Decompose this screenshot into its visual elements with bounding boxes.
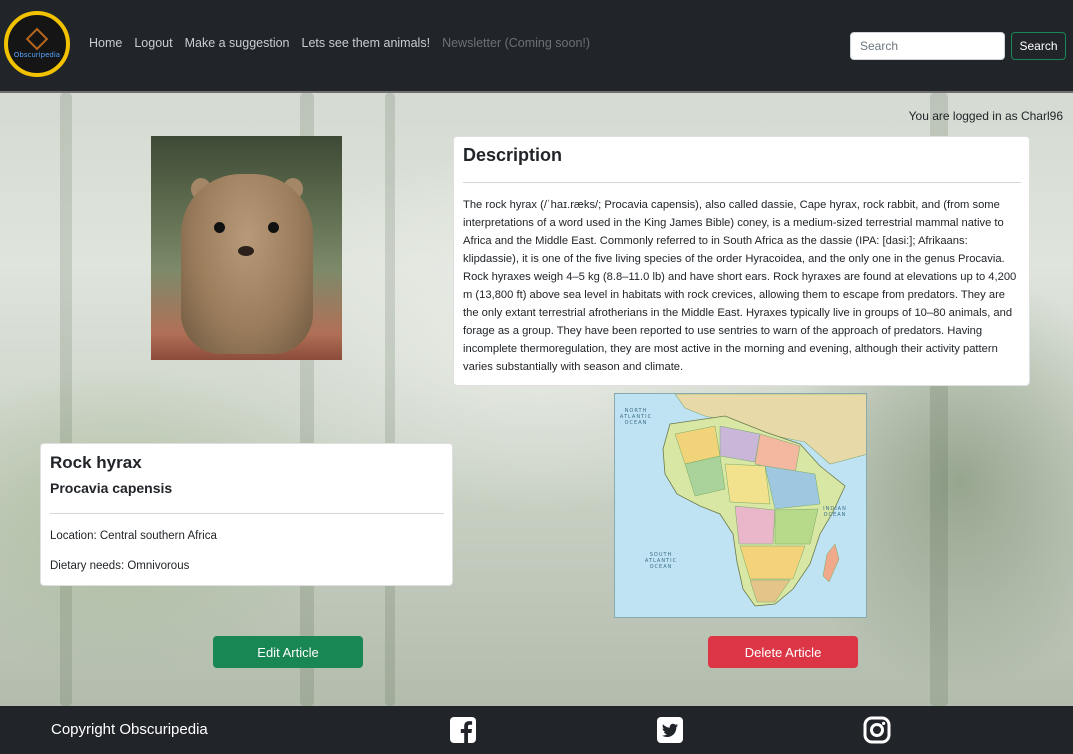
photo-animal-body <box>181 174 313 354</box>
site-logo[interactable]: Obscuripedia <box>4 11 70 77</box>
animal-diet: Dietary needs: Omnivorous <box>50 560 190 572</box>
search-button[interactable]: Search <box>1011 32 1066 60</box>
footer: Copyright Obscuripedia <box>0 706 1073 754</box>
nav-link-logout[interactable]: Logout <box>134 36 172 50</box>
delete-article-button[interactable]: Delete Article <box>708 636 858 668</box>
description-card: Description The rock hyrax (/ˈhaɪ.ræks/;… <box>453 136 1030 386</box>
logo-text: Obscuripedia <box>13 51 61 59</box>
map-label-south-atlantic: SOUTH ATLANTIC OCEAN <box>644 552 678 570</box>
map-label-north-atlantic: NORTH ATLANTIC OCEAN <box>619 408 653 426</box>
search-input[interactable] <box>850 32 1005 60</box>
animal-photo <box>151 136 342 360</box>
logged-in-status: You are logged in as Charl96 <box>908 109 1063 123</box>
nav-links: Home Logout Make a suggestion Lets see t… <box>89 36 590 50</box>
background-tree-trunk <box>385 93 395 706</box>
animal-info-card: Rock hyrax Procavia capensis Location: C… <box>40 443 453 586</box>
animal-scientific-name: Procavia capensis <box>50 480 173 496</box>
photo-eye-left <box>214 222 225 233</box>
nav-link-animals[interactable]: Lets see them animals! <box>302 36 431 50</box>
facebook-icon[interactable] <box>449 716 477 744</box>
description-divider <box>463 182 1021 183</box>
footer-copyright: Copyright Obscuripedia <box>51 721 208 738</box>
animal-common-name: Rock hyrax <box>50 453 142 472</box>
twitter-icon[interactable] <box>656 716 684 744</box>
nav-link-newsletter: Newsletter (Coming soon!) <box>442 36 591 50</box>
description-heading: Description <box>463 145 563 165</box>
info-divider <box>50 513 444 514</box>
description-text: The rock hyrax (/ˈhaɪ.ræks/; Procavia ca… <box>463 199 1017 373</box>
photo-eye-right <box>268 222 279 233</box>
nav-link-home[interactable]: Home <box>89 36 122 50</box>
background-tree-trunk <box>60 93 72 706</box>
instagram-icon[interactable] <box>863 716 891 744</box>
nav-link-make-suggestion[interactable]: Make a suggestion <box>185 36 290 50</box>
map-label-indian-ocean: INDIAN OCEAN <box>823 506 847 518</box>
navbar: Obscuripedia Home Logout Make a suggesti… <box>0 0 1073 93</box>
animal-location: Location: Central southern Africa <box>50 530 217 542</box>
africa-map: NORTH ATLANTIC OCEAN INDIAN OCEAN SOUTH … <box>614 393 867 618</box>
edit-article-button[interactable]: Edit Article <box>213 636 363 668</box>
photo-nose <box>238 246 254 256</box>
fox-emblem-icon <box>25 27 49 51</box>
